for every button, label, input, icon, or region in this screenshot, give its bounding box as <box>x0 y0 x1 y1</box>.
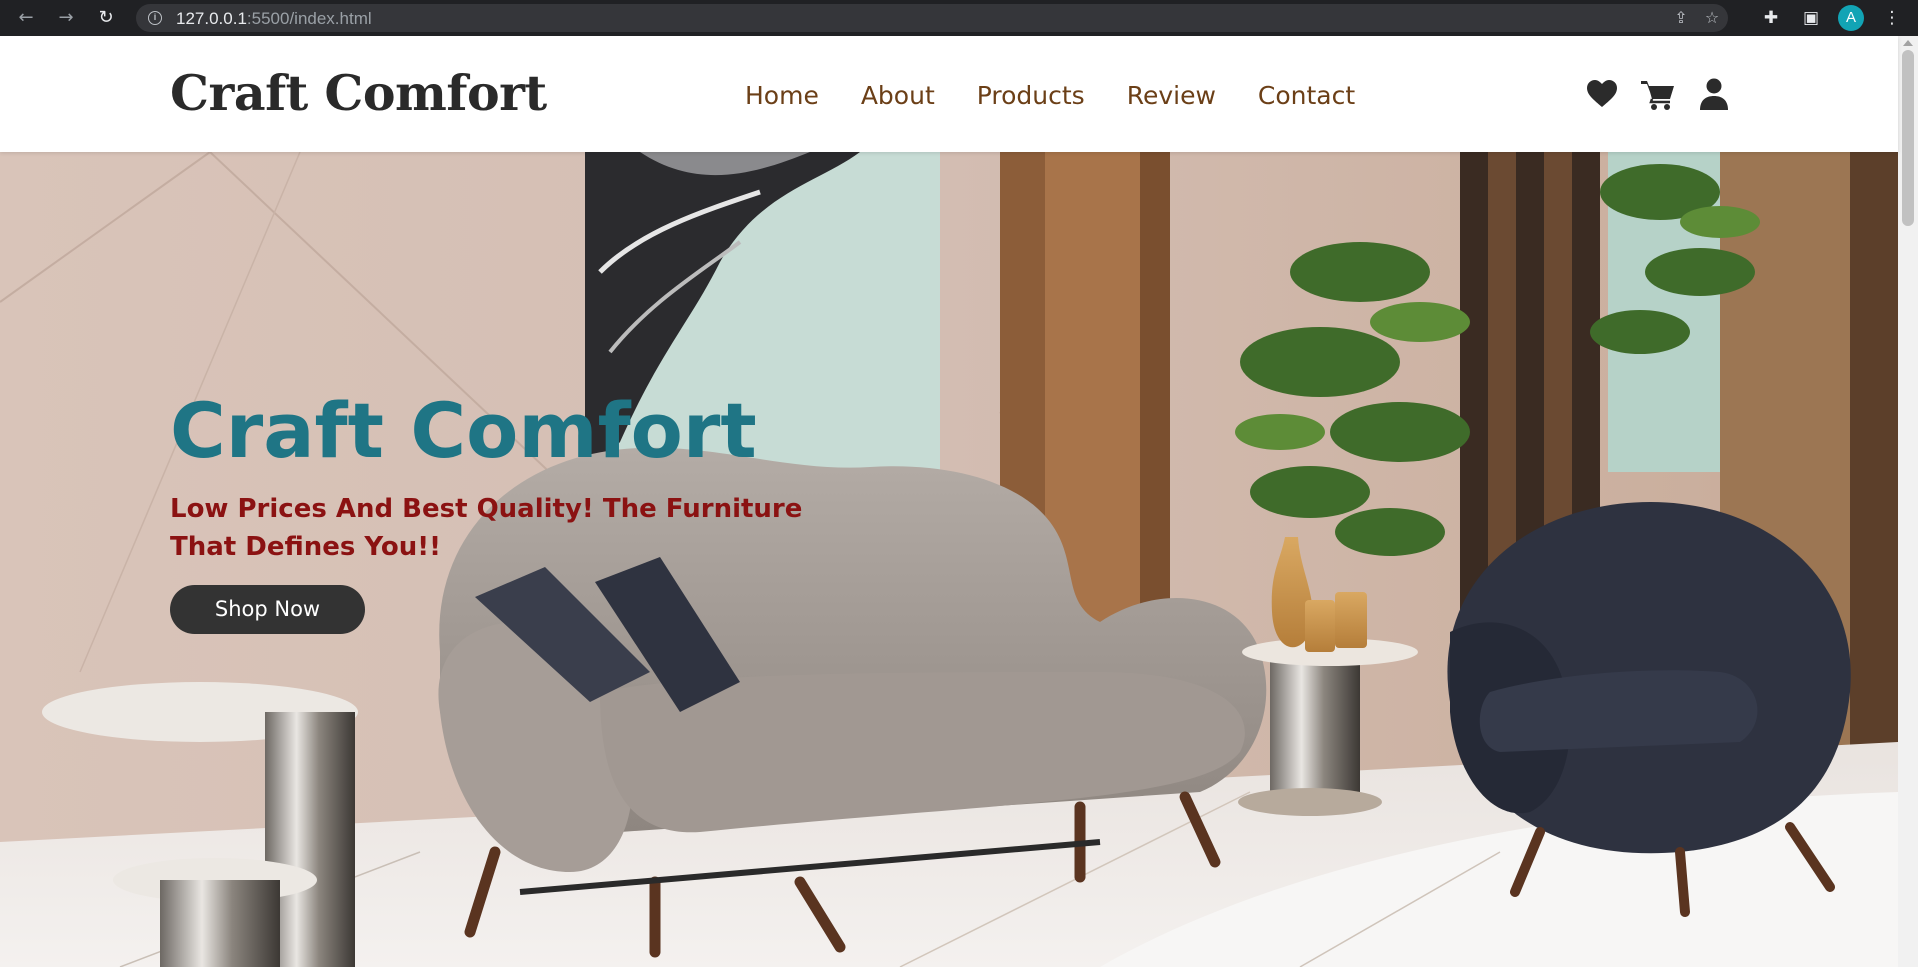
bookmark-star-icon[interactable]: ☆ <box>1701 7 1723 29</box>
cart-icon[interactable] <box>1640 76 1676 112</box>
nav-about[interactable]: About <box>861 81 935 110</box>
heart-icon[interactable] <box>1584 76 1620 112</box>
browser-toolbar: ← → ↻ i 127.0.0.1:5500/index.html ⇪ ☆ ✚ … <box>0 0 1918 36</box>
address-bar[interactable]: i 127.0.0.1:5500/index.html ⇪ ☆ <box>136 4 1728 32</box>
back-arrow-icon[interactable]: ← <box>14 6 38 30</box>
scroll-up-arrow-icon[interactable] <box>1903 40 1913 46</box>
profile-avatar[interactable]: A <box>1838 5 1864 31</box>
site-info-icon[interactable]: i <box>148 11 162 25</box>
site-logo[interactable]: Craft Comfort <box>170 64 547 122</box>
hero-section: Craft Comfort Low Prices And Best Qualit… <box>0 152 1898 967</box>
share-icon[interactable]: ⇪ <box>1670 7 1692 29</box>
shop-now-button[interactable]: Shop Now <box>170 585 365 634</box>
main-nav: Home About Products Review Contact <box>745 81 1397 110</box>
hero-title: Craft Comfort <box>170 386 757 475</box>
site-header: Craft Comfort Home About Products Review… <box>0 36 1898 152</box>
nav-review[interactable]: Review <box>1127 81 1216 110</box>
side-panel-icon[interactable]: ▣ <box>1799 6 1823 30</box>
url-host: 127.0.0.1 <box>176 9 247 28</box>
scrollbar-thumb[interactable] <box>1902 50 1914 226</box>
user-icon[interactable] <box>1696 76 1732 112</box>
hero-subtitle: Low Prices And Best Quality! The Furnitu… <box>170 494 803 562</box>
url-text[interactable]: 127.0.0.1:5500/index.html <box>176 9 372 29</box>
forward-arrow-icon[interactable]: → <box>54 6 78 30</box>
nav-products[interactable]: Products <box>977 81 1085 110</box>
nav-contact[interactable]: Contact <box>1258 81 1355 110</box>
page-scrollbar[interactable] <box>1898 36 1918 967</box>
nav-home[interactable]: Home <box>745 81 819 110</box>
header-icons <box>1584 76 1732 112</box>
page-viewport: Craft Comfort Home About Products Review… <box>0 36 1918 967</box>
browser-menu-icon[interactable]: ⋮ <box>1880 6 1904 30</box>
reload-icon[interactable]: ↻ <box>94 6 118 30</box>
extensions-puzzle-icon[interactable]: ✚ <box>1759 6 1783 30</box>
url-path: :5500/index.html <box>246 9 372 28</box>
